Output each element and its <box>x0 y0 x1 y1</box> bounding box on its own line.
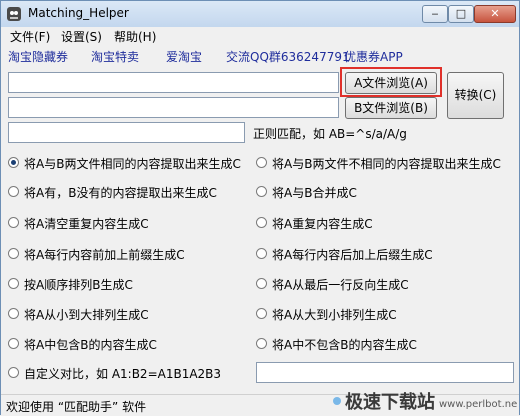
radio-label: 将A从最后一行反向生成C <box>272 278 409 292</box>
watermark-logo: 极速下载站 www.perlbot.net <box>331 389 520 413</box>
link-coupon-app[interactable]: 优惠券APP <box>344 48 403 65</box>
menu-bar: 文件(F) 设置(S) 帮助(H) <box>1 27 519 45</box>
radio-label: 将A中不包含B的内容生成C <box>272 338 417 352</box>
status-text: 欢迎使用 “匹配助手” 软件 <box>6 400 147 414</box>
radio-label: 将A与B合并成C <box>272 186 357 200</box>
radio-button[interactable] <box>8 217 19 228</box>
radio-button[interactable] <box>256 248 267 259</box>
title-bar: Matching_Helper ‒ □ ✕ <box>1 1 519 28</box>
radio-label: 按A顺序排列B生成C <box>24 278 133 292</box>
radio-label: 将A重复内容生成C <box>272 217 373 231</box>
radio-button[interactable] <box>8 338 19 349</box>
radio-button[interactable] <box>8 157 19 168</box>
radio-button[interactable] <box>8 367 19 378</box>
menu-file[interactable]: 文件(F) <box>10 28 50 45</box>
app-icon <box>6 6 22 22</box>
regex-hint-label: 正则匹配，如 AB=^s/a/A/g <box>253 127 407 141</box>
window-title: Matching_Helper <box>28 6 129 20</box>
link-taobao-sale[interactable]: 淘宝特卖 <box>91 48 139 65</box>
radio-label: 将A从小到大排列生成C <box>24 308 149 322</box>
custom-compare-input[interactable] <box>256 362 514 383</box>
browse-a-button[interactable]: A文件浏览(A) <box>345 72 437 94</box>
link-hidden-coupons[interactable]: 淘宝隐藏券 <box>8 48 68 65</box>
file-a-input[interactable] <box>8 72 339 93</box>
radio-button[interactable] <box>256 308 267 319</box>
file-b-input[interactable] <box>8 97 339 118</box>
radio-button[interactable] <box>8 308 19 319</box>
radio-label: 将A中包含B的内容生成C <box>24 338 157 352</box>
close-button[interactable]: ✕ <box>474 5 516 23</box>
radio-button[interactable] <box>8 248 19 259</box>
radio-label: 自定义对比，如 A1:B2=A1B1A2B3 <box>24 367 222 381</box>
radio-label: 将A从大到小排列生成C <box>272 308 397 322</box>
svg-text:极速下载站: 极速下载站 <box>345 391 435 413</box>
radio-button[interactable] <box>256 157 267 168</box>
radio-button[interactable] <box>8 186 19 197</box>
radio-button[interactable] <box>256 338 267 349</box>
maximize-button[interactable]: □ <box>448 5 474 23</box>
radio-label: 将A与B两文件不相同的内容提取出来生成C <box>272 157 501 171</box>
link-bar: 淘宝隐藏券 淘宝特卖 爱淘宝 交流QQ群636247791 优惠券APP <box>1 47 519 65</box>
radio-label: 将A有，B没有的内容提取出来生成C <box>24 186 217 200</box>
radio-label: 将A清空重复内容生成C <box>24 217 149 231</box>
radio-button[interactable] <box>256 217 267 228</box>
radio-button[interactable] <box>256 278 267 289</box>
svg-text:www.perlbot.net: www.perlbot.net <box>439 399 517 410</box>
radio-button[interactable] <box>256 186 267 197</box>
minimize-button[interactable]: ‒ <box>422 5 448 23</box>
radio-label: 将A与B两文件相同的内容提取出来生成C <box>24 157 241 171</box>
browse-b-button[interactable]: B文件浏览(B) <box>345 97 437 119</box>
regex-input[interactable] <box>8 122 245 143</box>
link-ai-taobao[interactable]: 爱淘宝 <box>166 48 202 65</box>
menu-settings[interactable]: 设置(S) <box>61 28 102 45</box>
radio-label: 将A每行内容前加上前缀生成C <box>24 248 185 262</box>
radio-label: 将A每行内容后加上后缀生成C <box>272 248 433 262</box>
convert-button[interactable]: 转换(C) <box>447 72 504 119</box>
link-qq-group[interactable]: 交流QQ群636247791 <box>226 48 350 65</box>
radio-button[interactable] <box>8 278 19 289</box>
app-window: Matching_Helper ‒ □ ✕ 文件(F) 设置(S) 帮助(H) … <box>0 0 520 415</box>
menu-help[interactable]: 帮助(H) <box>114 28 156 45</box>
